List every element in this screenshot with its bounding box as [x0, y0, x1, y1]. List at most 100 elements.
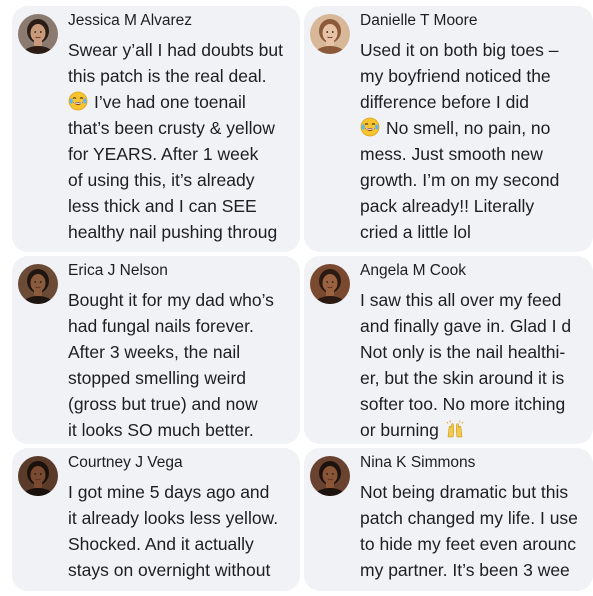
- comment-line-text: Swear y’all I had doubts but: [68, 40, 283, 60]
- comment-line: Not only is the nail healthi-: [360, 339, 593, 365]
- comment-line: cried a little lol: [360, 219, 593, 245]
- comment-line: Bought it for my dad who’s: [68, 287, 300, 313]
- comment-line: Not being dramatic but this: [360, 479, 593, 505]
- comment-line: to hide my feet even arounc: [360, 531, 593, 557]
- avatar[interactable]: [18, 264, 58, 304]
- comment-line: After 3 weeks, the nail: [68, 339, 300, 365]
- avatar[interactable]: [18, 456, 58, 496]
- comment-line: growth. I’m on my second: [360, 167, 593, 193]
- comment-line-text: No smell, no pain, no: [386, 118, 551, 138]
- comment-line-text: mess. Just smooth new: [360, 144, 543, 164]
- comment-line: had fungal nails forever.: [68, 313, 300, 339]
- comment-text: Not being dramatic but this patch changed…: [360, 479, 593, 583]
- comment-line: my partner. It’s been 3 wee: [360, 557, 593, 583]
- comment-line-text: Shocked. And it actually: [68, 534, 254, 554]
- comment-line-text: patch changed my life. I use: [360, 508, 578, 528]
- comment-line-text: (gross but true) and now: [68, 394, 258, 414]
- comment-line-text: softer too. No more itching: [360, 394, 566, 414]
- comment-line: (gross but true) and now: [68, 391, 300, 417]
- comment-line: it looks SO much better.: [68, 417, 300, 443]
- comment-line: this patch is the real deal.: [68, 63, 300, 89]
- comment-line: Shocked. And it actually: [68, 531, 300, 557]
- comment-line-text: I’ve had one toenail: [94, 92, 246, 112]
- comment-line-text: or burning: [360, 420, 439, 440]
- raised-hands-emoji-icon: [445, 419, 465, 439]
- comment-line-text: I saw this all over my feed: [360, 290, 562, 310]
- comment-line: mess. Just smooth new: [360, 141, 593, 167]
- comment-line-text: stopped smelling weird: [68, 368, 247, 388]
- comment-line-text: growth. I’m on my second: [360, 170, 560, 190]
- comment-card: Jessica M Alvarez Swear y’all I had doub…: [12, 6, 300, 252]
- avatar[interactable]: [310, 456, 350, 496]
- comment-line: difference before I did: [360, 89, 593, 115]
- comment-text: Used it on both big toes – my boyfriend n…: [360, 37, 593, 245]
- laughing-tears-emoji-icon: [360, 117, 380, 137]
- avatar[interactable]: [310, 14, 350, 54]
- comment-line-text: it looks SO much better.: [68, 420, 254, 440]
- comment-line-text: I got mine 5 days ago and: [68, 482, 270, 502]
- comment-line-text: less thick and I can SEE: [68, 196, 257, 216]
- comment-line: I’ve had one toenail: [68, 89, 300, 115]
- comment-line-text: Bought it for my dad who’s: [68, 290, 274, 310]
- comment-line: of using this, it’s already: [68, 167, 300, 193]
- comment-line: pack already!! Literally: [360, 193, 593, 219]
- comment-line-text: for YEARS. After 1 week: [68, 144, 259, 164]
- comment-author[interactable]: Danielle T Moore: [360, 12, 477, 30]
- comment-line-text: my boyfriend noticed the: [360, 66, 551, 86]
- comment-author[interactable]: Nina K Simmons: [360, 454, 475, 472]
- comment-line: Swear y’all I had doubts but: [68, 37, 300, 63]
- comment-line-text: that’s been crusty & yellow: [68, 118, 275, 138]
- comment-line: and finally gave in. Glad I d: [360, 313, 593, 339]
- comment-line: for YEARS. After 1 week: [68, 141, 300, 167]
- comment-text: Bought it for my dad who’s had fungal nai…: [68, 287, 300, 443]
- comment-grid: Jessica M Alvarez Swear y’all I had doub…: [0, 0, 593, 596]
- comment-line: patch changed my life. I use: [360, 505, 593, 531]
- comment-line: my boyfriend noticed the: [360, 63, 593, 89]
- comment-line: No smell, no pain, no: [360, 115, 593, 141]
- comment-line-text: my partner. It’s been 3 wee: [360, 560, 570, 580]
- comment-author[interactable]: Jessica M Alvarez: [68, 12, 192, 30]
- comment-line-text: er, but the skin around it is: [360, 368, 565, 388]
- comment-card: Courtney J Vega I got mine 5 days ago an…: [12, 448, 300, 591]
- comment-card: Erica J Nelson Bought it for my dad who’…: [12, 256, 300, 444]
- comment-line: Used it on both big toes –: [360, 37, 593, 63]
- comment-text: Swear y’all I had doubts but this patch i…: [68, 37, 300, 245]
- comment-line-text: had fungal nails forever.: [68, 316, 254, 336]
- comment-line-text: this patch is the real deal.: [68, 66, 267, 86]
- comment-line: stays on overnight without: [68, 557, 300, 583]
- comment-line: it already looks less yellow.: [68, 505, 300, 531]
- comment-line-text: of using this, it’s already: [68, 170, 255, 190]
- comment-line-text: it already looks less yellow.: [68, 508, 279, 528]
- comment-line-text: Not being dramatic but this: [360, 482, 569, 502]
- comment-line: that’s been crusty & yellow: [68, 115, 300, 141]
- comment-line-text: cried a little lol: [360, 222, 471, 242]
- comment-line-text: Used it on both big toes –: [360, 40, 559, 60]
- comment-line-text: to hide my feet even arounc: [360, 534, 576, 554]
- comment-line-text: pack already!! Literally: [360, 196, 535, 216]
- comment-line-text: After 3 weeks, the nail: [68, 342, 241, 362]
- comment-line: healthy nail pushing throug: [68, 219, 300, 245]
- comment-line: softer too. No more itching: [360, 391, 593, 417]
- comment-line-text: and finally gave in. Glad I d: [360, 316, 572, 336]
- avatar[interactable]: [310, 264, 350, 304]
- comment-line-text: difference before I did: [360, 92, 529, 112]
- comment-author[interactable]: Courtney J Vega: [68, 454, 183, 472]
- comment-author[interactable]: Angela M Cook: [360, 262, 466, 280]
- comment-line-text: healthy nail pushing throug: [68, 222, 278, 242]
- comment-text: I got mine 5 days ago and it already look…: [68, 479, 300, 583]
- comment-line: I got mine 5 days ago and: [68, 479, 300, 505]
- comment-author[interactable]: Erica J Nelson: [68, 262, 168, 280]
- comment-line-text: stays on overnight without: [68, 560, 271, 580]
- comment-line-text: Not only is the nail healthi-: [360, 342, 566, 362]
- comment-card: Nina K Simmons Not being dramatic but th…: [304, 448, 593, 591]
- comment-line: I saw this all over my feed: [360, 287, 593, 313]
- laughing-tears-emoji-icon: [68, 91, 88, 111]
- comment-line: less thick and I can SEE: [68, 193, 300, 219]
- comment-line: er, but the skin around it is: [360, 365, 593, 391]
- comment-line: or burning: [360, 417, 593, 443]
- avatar[interactable]: [18, 14, 58, 54]
- comment-card: Angela M Cook I saw this all over my fee…: [304, 256, 593, 444]
- comment-text: I saw this all over my feed and finally g…: [360, 287, 593, 443]
- comment-card: Danielle T Moore Used it on both big toe…: [304, 6, 593, 252]
- comment-line: stopped smelling weird: [68, 365, 300, 391]
